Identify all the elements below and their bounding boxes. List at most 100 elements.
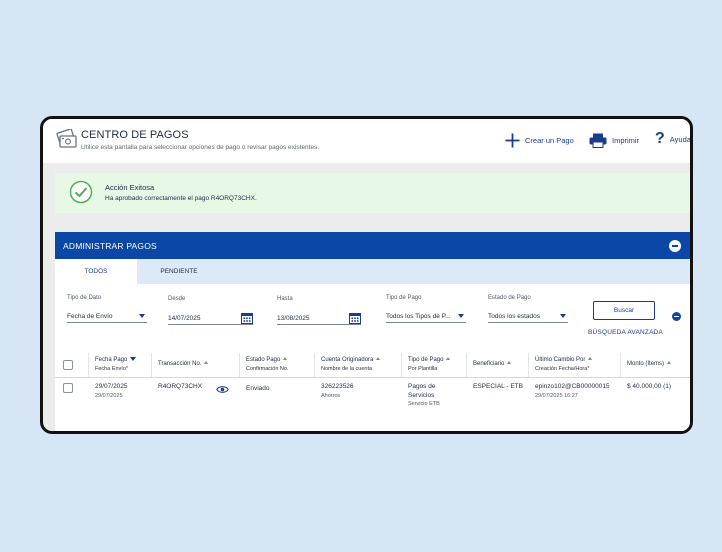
check-circle-icon <box>69 180 93 204</box>
col-fecha-pago[interactable]: Fecha Pago Fecha Envío* <box>95 356 137 374</box>
payment-type-cell: Pagos de Servicios Servicio ETB <box>408 383 440 409</box>
col-estado-pago[interactable]: Estado Pago Confirmación No. <box>246 356 289 374</box>
payments-icon <box>56 129 77 148</box>
col-beneficiario[interactable]: Beneficiario <box>473 360 512 369</box>
col-label: Monto (Items) <box>627 361 665 367</box>
column-divider <box>466 353 467 377</box>
column-divider <box>620 353 621 377</box>
calendar-icon[interactable] <box>241 312 253 324</box>
payment-type-select[interactable]: Todos los Tipos de P... <box>386 310 466 323</box>
print-label: Imprimir <box>612 136 640 145</box>
to-date-input[interactable]: 13/08/2025 <box>277 312 361 325</box>
help-button[interactable]: ? Ayuda <box>655 130 691 147</box>
collapse-panel-icon[interactable] <box>669 240 681 252</box>
status-value: Todos los estados <box>488 312 541 320</box>
date-type-select[interactable]: Fecha de Envío <box>67 310 147 323</box>
status-select[interactable]: Todos los estados <box>488 310 568 323</box>
payment-type-line2: Servicios <box>408 391 435 399</box>
row-checkbox[interactable] <box>63 383 73 393</box>
payment-date: 29/07/2025 <box>95 383 128 390</box>
banner-message: Ha aprobado correctamente el pago R4ORQ7… <box>105 195 257 202</box>
create-payment-label: Crear un Pago <box>525 136 574 145</box>
col-cuenta[interactable]: Cuenta Originadora Nombre de la cuenta <box>321 356 381 374</box>
col-label: Cuenta Originadora <box>321 357 374 363</box>
col-tipo-pago[interactable]: Tipo de Pago Por Plantilla <box>408 356 451 374</box>
from-date-input[interactable]: 14/07/2025 <box>168 312 253 325</box>
required-asterisk: * <box>587 366 590 372</box>
tab-bar: TODOS PENDIENTE <box>55 259 690 284</box>
col-transaccion[interactable]: Transacción No. <box>158 360 209 369</box>
account-name: Ahorros <box>321 392 341 399</box>
sort-icon <box>204 361 209 364</box>
status-cell: Enviado <box>246 385 270 392</box>
to-date-label: Hasta <box>277 296 293 302</box>
column-divider <box>314 353 315 377</box>
page-title: CENTRO DE PAGOS <box>81 129 189 141</box>
search-button[interactable]: Buscar <box>593 301 655 320</box>
from-date-label: Desde <box>168 296 186 302</box>
col-label: Tipo de Pago <box>408 357 444 363</box>
eye-icon[interactable] <box>216 385 229 394</box>
help-label: Ayuda <box>669 134 691 144</box>
col-sublabel: Nombre de la cuenta <box>321 366 373 372</box>
transaction-number: R4ORQ73CHX <box>158 383 203 390</box>
column-divider <box>401 353 402 377</box>
sort-icon <box>376 357 381 360</box>
col-ultimo-cambio[interactable]: Último Cambio Por Creación Fecha/Hora* <box>535 356 593 374</box>
col-sublabel: Creación Fecha/Hora <box>535 366 588 372</box>
sort-icon <box>667 361 672 364</box>
col-sublabel: Por Plantilla <box>408 366 438 372</box>
account-number: 326223526 <box>321 383 354 390</box>
changed-by: epinzo102@CB00000015 <box>535 383 610 390</box>
calendar-icon[interactable] <box>349 312 361 324</box>
sort-icon <box>283 357 288 360</box>
table-row[interactable]: 29/07/2025 29/07/2025 R4ORQ73CHX Enviado… <box>55 379 690 419</box>
from-date-value: 14/07/2025 <box>168 314 201 322</box>
beneficiary-cell: ESPECIAL - ETB <box>473 383 523 390</box>
printer-icon <box>589 133 607 148</box>
col-sublabel: Fecha Envío <box>95 366 126 372</box>
select-all-checkbox[interactable] <box>63 360 73 370</box>
plus-icon <box>505 133 520 148</box>
sort-icon <box>588 357 593 360</box>
create-payment-button[interactable]: Crear un Pago <box>505 133 574 148</box>
collapse-filters-icon[interactable] <box>672 312 681 321</box>
advanced-search-link[interactable]: BÚSQUEDA AVANZADA <box>588 329 663 336</box>
col-label: Último Cambio Por <box>535 357 586 363</box>
status-label: Estado de Pago <box>488 295 531 301</box>
payment-date-cell: 29/07/2025 29/07/2025 <box>95 383 128 400</box>
sort-desc-icon <box>130 357 137 361</box>
col-monto[interactable]: Monto (Items) <box>627 360 672 369</box>
col-sublabel: Confirmación No. <box>246 366 289 372</box>
date-type-value: Fecha de Envío <box>67 312 113 320</box>
panel-title: ADMINISTRAR PAGOS <box>63 241 157 251</box>
col-label: Estado Pago <box>246 357 281 363</box>
tab-todos[interactable]: TODOS <box>55 259 137 284</box>
payment-type-value: Todos los Tipos de P... <box>386 312 451 320</box>
banner-title: Acción Exitosa <box>105 183 155 192</box>
help-icon: ? <box>655 130 665 147</box>
chevron-down-icon <box>458 314 464 318</box>
template-name: Servicio ETB <box>408 401 440 407</box>
col-label: Fecha Pago <box>95 357 128 363</box>
date-type-label: Tipo de Dato <box>67 295 102 301</box>
col-label: Beneficiario <box>473 361 505 367</box>
payment-type-label: Tipo de Pago <box>386 295 422 301</box>
required-asterisk: * <box>125 366 129 372</box>
column-divider <box>239 353 240 377</box>
changed-by-cell: epinzo102@CB00000015 29/07/2025 16:27 <box>535 383 610 400</box>
tab-pendiente[interactable]: PENDIENTE <box>137 259 221 284</box>
col-label: Transacción No. <box>158 361 202 367</box>
page-header: CENTRO DE PAGOS Utilice esta pantalla pa… <box>43 119 690 163</box>
page-subtitle: Utilice esta pantalla para seleccionar o… <box>81 144 320 151</box>
payment-type-line1: Pagos de <box>408 383 436 390</box>
column-divider <box>528 353 529 377</box>
sort-icon <box>507 361 512 364</box>
print-button[interactable]: Imprimir <box>589 133 639 148</box>
success-banner: Acción Exitosa Ha aprobado correctamente… <box>55 173 690 213</box>
app-window: CENTRO DE PAGOS Utilice esta pantalla pa… <box>40 116 693 434</box>
column-divider <box>88 353 89 377</box>
column-divider <box>151 353 152 377</box>
chevron-down-icon <box>139 314 145 318</box>
chevron-down-icon <box>560 314 566 318</box>
